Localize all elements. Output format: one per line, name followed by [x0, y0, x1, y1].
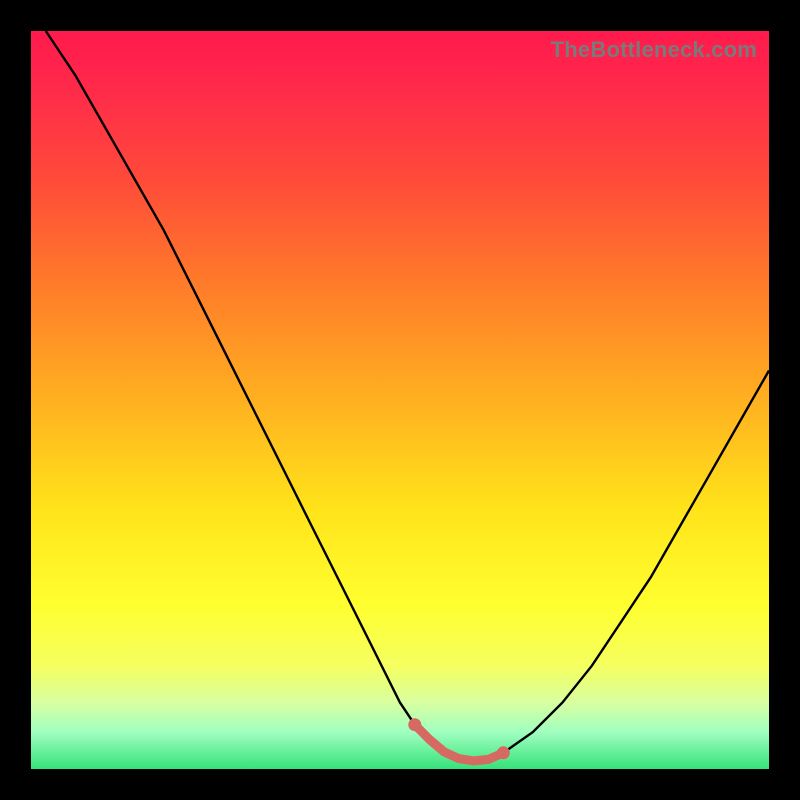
flat-region-end-dot — [408, 718, 421, 731]
flat-region-end-dot — [497, 746, 510, 759]
flat-region-markers — [408, 718, 510, 761]
figure-canvas: TheBottleneck.com — [0, 0, 800, 800]
plot-area: TheBottleneck.com — [31, 31, 769, 769]
flat-region-stroke — [415, 725, 504, 761]
bottleneck-curve — [46, 31, 769, 761]
curve-layer — [31, 31, 769, 769]
